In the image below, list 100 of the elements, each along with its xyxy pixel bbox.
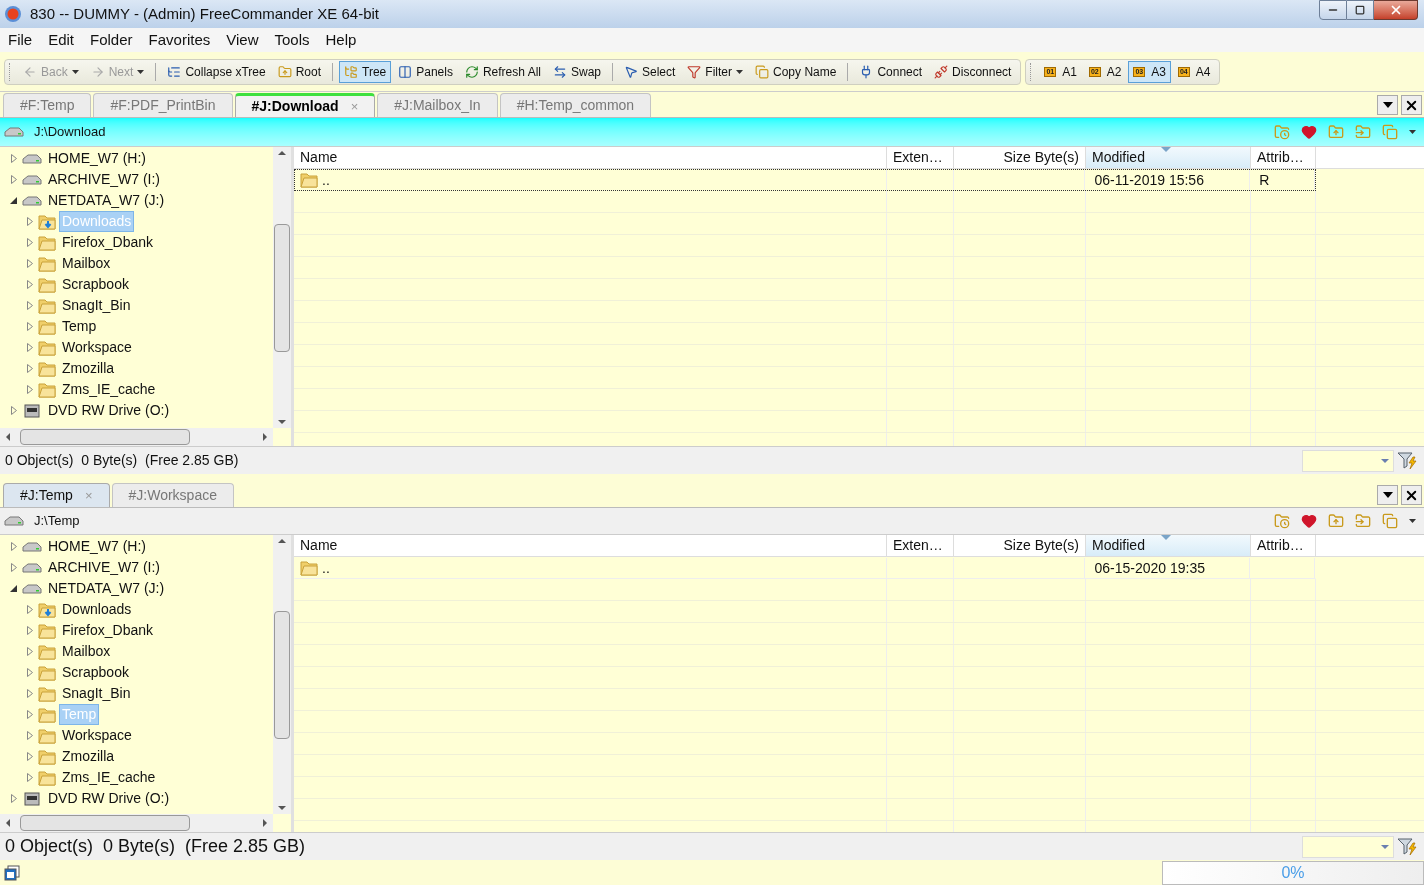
scroll-right-arrow-icon[interactable]: [263, 433, 267, 441]
tree-item[interactable]: ARCHIVE_W7 (I:): [45, 557, 163, 578]
tree-item[interactable]: Mailbox: [59, 641, 114, 662]
scroll-right-arrow-icon[interactable]: [263, 819, 267, 827]
tree-item[interactable]: Zmozilla: [59, 746, 118, 767]
panel-tab[interactable]: #J:Mailbox_In: [377, 93, 498, 117]
panel-tab[interactable]: #J:Workspace: [111, 483, 234, 507]
folder-arrow-icon[interactable]: [1355, 124, 1371, 140]
restore-button[interactable]: [1347, 0, 1374, 20]
tree-item[interactable]: Zmozilla: [59, 358, 118, 379]
tree-item[interactable]: DVD RW Drive (O:): [45, 788, 173, 809]
tree-item[interactable]: Temp: [59, 316, 100, 337]
folder-arrow-icon[interactable]: [1355, 513, 1371, 529]
tab-list-button[interactable]: [1377, 95, 1398, 115]
folder-clock-icon[interactable]: [1274, 513, 1290, 529]
toolbar-button[interactable]: Connect: [854, 60, 928, 83]
vertical-scrollbar[interactable]: [273, 147, 291, 428]
toolbar-button[interactable]: Collapse xTree: [162, 60, 271, 83]
scroll-up-arrow-icon[interactable]: [278, 151, 286, 155]
expand-arrow-icon[interactable]: [10, 196, 18, 205]
toolbar-button[interactable]: Tree: [339, 60, 392, 83]
scroll-down-arrow-icon[interactable]: [278, 806, 286, 810]
tree-item[interactable]: Zms_IE_cache: [59, 379, 159, 400]
toolbar-button[interactable]: Swap: [547, 60, 606, 83]
menu-item[interactable]: View: [226, 28, 259, 52]
tree-item[interactable]: ARCHIVE_W7 (I:): [45, 169, 163, 190]
scroll-left-arrow-icon[interactable]: [6, 819, 10, 827]
horizontal-scrollbar[interactable]: [0, 428, 273, 446]
tree-item[interactable]: SnagIt_Bin: [59, 295, 134, 316]
column-header[interactable]: Exten…: [887, 147, 954, 168]
panel-tab[interactable]: #F:Temp: [3, 93, 92, 117]
tree-item[interactable]: Zms_IE_cache: [59, 767, 159, 788]
scrollbar-thumb[interactable]: [20, 815, 190, 831]
tree-item[interactable]: Workspace: [59, 725, 135, 746]
panel-tab[interactable]: #J:Temp ×: [3, 483, 110, 507]
tree-item[interactable]: HOME_W7 (H:): [45, 148, 149, 169]
toolbar-button[interactable]: Filter: [682, 60, 749, 83]
toolbar-button[interactable]: Copy Name: [750, 60, 842, 83]
toolbar-button[interactable]: Panels: [393, 60, 458, 83]
panel-tab[interactable]: #H:Temp_common: [499, 93, 652, 117]
heart-icon[interactable]: [1301, 513, 1317, 529]
menu-item[interactable]: File: [8, 28, 33, 52]
expand-arrow-icon[interactable]: [10, 584, 18, 593]
toolbar-button[interactable]: Select: [619, 60, 681, 83]
tree-item[interactable]: Firefox_Dbank: [59, 232, 157, 253]
panel-tab[interactable]: #J:Download ×: [234, 93, 376, 117]
dropdown-caret-icon[interactable]: [1409, 519, 1416, 523]
horizontal-scrollbar[interactable]: [0, 814, 273, 832]
toolbar-button[interactable]: Disconnect: [929, 60, 1017, 83]
scrollbar-thumb[interactable]: [20, 429, 190, 445]
column-header[interactable]: Exten…: [887, 535, 954, 556]
folder-up-icon[interactable]: [1328, 124, 1344, 140]
minimize-button[interactable]: [1319, 0, 1347, 20]
tree-item[interactable]: NETDATA_W7 (J:): [45, 190, 168, 211]
close-button[interactable]: [1374, 0, 1418, 20]
tree-item[interactable]: Mailbox: [59, 253, 114, 274]
window-title: 830 -- DUMMY - (Admin) FreeCommander XE 64-bit: [30, 3, 379, 24]
filter-lightning-icon[interactable]: [1397, 836, 1419, 857]
column-header[interactable]: Attrib…: [1251, 147, 1316, 168]
tree-item[interactable]: Scrapbook: [59, 274, 132, 295]
tree-item[interactable]: SnagIt_Bin: [59, 683, 134, 704]
tree-item[interactable]: Firefox_Dbank: [59, 620, 157, 641]
filter-lightning-icon[interactable]: [1397, 450, 1419, 471]
close-panel-button[interactable]: [1401, 95, 1422, 115]
menu-item[interactable]: Tools: [274, 28, 310, 52]
folder-clock-icon[interactable]: [1274, 124, 1290, 140]
tree-item[interactable]: HOME_W7 (H:): [45, 536, 149, 557]
vertical-scrollbar[interactable]: [273, 535, 291, 814]
toolbar-button[interactable]: Root: [272, 60, 326, 83]
folder-icon: [38, 685, 56, 702]
tree-item[interactable]: Scrapbook: [59, 662, 132, 683]
column-header[interactable]: Modified: [1086, 147, 1251, 168]
scroll-up-arrow-icon[interactable]: [278, 539, 286, 543]
file-row[interactable]: .. 06-15-2020 19:35: [294, 557, 1316, 579]
menu-item[interactable]: Favorites: [148, 28, 211, 52]
column-header[interactable]: Attrib…: [1251, 535, 1316, 556]
close-panel-button[interactable]: [1401, 485, 1422, 505]
folder-up-icon[interactable]: [1328, 513, 1344, 529]
scroll-left-arrow-icon[interactable]: [6, 433, 10, 441]
scrollbar-thumb[interactable]: [274, 223, 290, 352]
scroll-down-arrow-icon[interactable]: [278, 420, 286, 424]
tree-item[interactable]: NETDATA_W7 (J:): [45, 578, 168, 599]
tree-item[interactable]: Workspace: [59, 337, 135, 358]
column-header[interactable]: Name: [294, 147, 887, 168]
menu-item[interactable]: Folder: [90, 28, 133, 52]
tree-item[interactable]: Downloads: [59, 599, 135, 620]
menu-item[interactable]: Edit: [48, 28, 75, 52]
copy-icon[interactable]: [1382, 513, 1398, 529]
scrollbar-thumb[interactable]: [274, 610, 290, 739]
column-header[interactable]: Modified: [1086, 535, 1251, 556]
file-row[interactable]: .. 06-11-2019 15:56 R: [294, 169, 1316, 191]
menu-item[interactable]: Help: [325, 28, 357, 52]
dropdown-caret-icon[interactable]: [1409, 130, 1416, 134]
toolbar-button[interactable]: Refresh All: [459, 60, 546, 83]
tree-item[interactable]: DVD RW Drive (O:): [45, 400, 173, 421]
heart-icon[interactable]: [1301, 124, 1317, 140]
column-header[interactable]: Name: [294, 535, 887, 556]
copy-icon[interactable]: [1382, 124, 1398, 140]
panel-tab[interactable]: #F:PDF_PrintBin: [93, 93, 233, 117]
tab-list-button[interactable]: [1377, 485, 1398, 505]
